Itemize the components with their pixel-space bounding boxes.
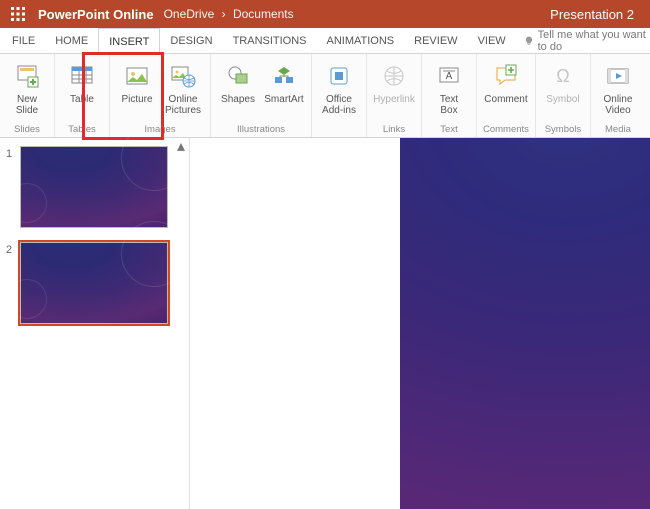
group-symbols: Ω Symbol Symbols [536,54,591,137]
online-pictures-button[interactable]: Online Pictures [162,58,204,123]
text-box-icon: A [433,60,465,92]
thumbnail-2[interactable] [20,242,168,324]
picture-button[interactable]: Picture [116,58,158,123]
hyperlink-button: Hyperlink [373,58,415,123]
app-name: PowerPoint Online [36,7,164,22]
svg-text:A: A [446,71,453,82]
new-slide-icon [11,60,43,92]
comment-icon [490,60,522,92]
thumbnail-slot-1[interactable]: 1 [6,146,183,228]
thumbnail-1[interactable] [20,146,168,228]
tab-review[interactable]: REVIEW [404,28,467,53]
tab-view[interactable]: VIEW [468,28,516,53]
group-comments: Comment Comments [477,54,536,137]
online-pictures-icon [167,60,199,92]
symbol-button: Ω Symbol [542,58,584,123]
picture-icon [121,60,153,92]
thumbnail-slot-2[interactable]: 2 [6,242,183,324]
table-button[interactable]: Table [61,58,103,123]
lightbulb-icon [524,35,534,47]
online-video-button[interactable]: Online Video [597,58,639,123]
group-links: Hyperlink Links [367,54,422,137]
slide-canvas-pane[interactable] [190,138,650,509]
ribbon: New Slide Slides Table Tables Picture On… [0,54,650,138]
comment-button[interactable]: Comment [485,58,527,123]
group-images: Picture Online Pictures Images [110,54,211,137]
slide-number: 1 [6,146,20,160]
text-box-button[interactable]: A Text Box [428,58,470,123]
tab-transitions[interactable]: TRANSITIONS [223,28,317,53]
workspace: ▴ 1 2 [0,138,650,509]
presentation-name[interactable]: Presentation 2 [550,7,650,22]
office-addins-button[interactable]: Office Add-ins [318,58,360,134]
smartart-button[interactable]: SmartArt [263,58,305,123]
online-video-icon [602,60,634,92]
svg-text:Ω: Ω [556,66,569,86]
addins-icon [323,60,355,92]
tab-design[interactable]: DESIGN [160,28,222,53]
tab-animations[interactable]: ANIMATIONS [317,28,405,53]
tab-insert[interactable]: INSERT [98,28,160,54]
group-addins: Office Add-ins [312,54,367,137]
chevron-right-icon: › [218,7,230,21]
slide-number: 2 [6,242,20,256]
tell-me-search[interactable]: Tell me what you want to do [516,28,650,53]
group-slides: New Slide Slides [0,54,55,137]
slide-canvas[interactable] [400,138,650,509]
group-text: A Text Box Text [422,54,477,137]
tab-file[interactable]: FILE [0,28,45,53]
group-illustrations: Shapes SmartArt Illustrations [211,54,312,137]
tab-home[interactable]: HOME [45,28,98,53]
tab-strip: FILE HOME INSERT DESIGN TRANSITIONS ANIM… [0,28,650,54]
new-slide-button[interactable]: New Slide [6,58,48,123]
shapes-icon [222,60,254,92]
breadcrumb-folder[interactable]: Documents [233,7,294,21]
group-tables: Table Tables [55,54,110,137]
smartart-icon [268,60,300,92]
thumbnail-pane[interactable]: ▴ 1 2 [0,138,190,509]
tell-me-label: Tell me what you want to do [538,29,650,53]
breadcrumb[interactable]: OneDrive › Documents [164,7,294,21]
app-launcher-icon[interactable] [0,0,36,28]
hyperlink-icon [378,60,410,92]
symbol-icon: Ω [547,60,579,92]
table-icon [66,60,98,92]
breadcrumb-root[interactable]: OneDrive [164,7,215,21]
group-media: Online Video Media [591,54,645,137]
shapes-button[interactable]: Shapes [217,58,259,123]
title-bar: PowerPoint Online OneDrive › Documents P… [0,0,650,28]
